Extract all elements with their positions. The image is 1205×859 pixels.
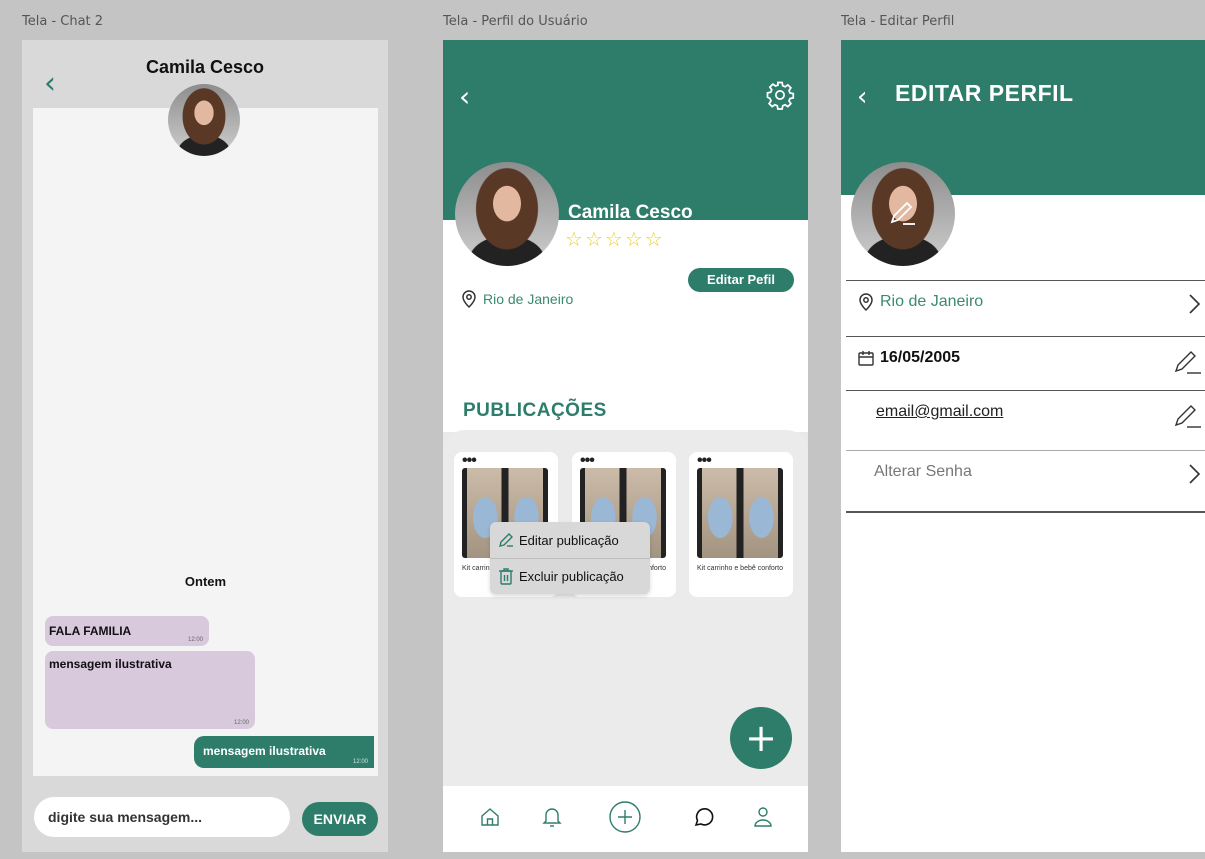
publication-title: Kit carrinho e bebê conforto — [697, 565, 783, 572]
page-title: EDITAR PERFIL — [895, 80, 1074, 106]
trash-icon — [499, 568, 513, 585]
chat-messages-area[interactable]: Ontem FALA FAMILIA 12:00 mensagem ilustr… — [33, 108, 378, 776]
message-bubble-received[interactable]: FALA FAMILIA 12:00 — [45, 616, 209, 646]
star-icon: ☆ — [565, 227, 583, 251]
star-icon: ☆ — [624, 227, 643, 251]
frame-label-profile: Tela - Perfil do Usuário — [443, 14, 588, 29]
menu-divider — [490, 558, 650, 559]
gear-icon[interactable] — [765, 80, 795, 110]
location-pin-icon — [462, 290, 476, 308]
calendar-icon — [858, 351, 874, 366]
rating-stars: ☆ ☆ ☆ ☆ ☆ — [565, 228, 663, 250]
user-icon[interactable] — [746, 800, 780, 834]
frame-label-chat: Tela - Chat 2 — [22, 14, 104, 29]
edit-profile-name: Camila Cesco — [965, 202, 1084, 222]
edit-birth-date-pencil-icon[interactable] — [1173, 349, 1201, 375]
location-pin-icon — [859, 293, 873, 311]
contact-avatar[interactable] — [168, 84, 240, 156]
edit-avatar-pencil-icon[interactable] — [889, 200, 917, 226]
message-time: 12:00 — [187, 637, 203, 643]
birth-date-row[interactable]: 16/05/2005 — [846, 336, 1205, 392]
birth-date-field: 16/05/2005 — [858, 349, 960, 367]
chat-contact-name: Camila Cesco — [145, 57, 265, 77]
location-row[interactable]: Rio de Janeiro — [846, 280, 1205, 336]
edit-profile-screen: ‹ EDITAR PERFIL Camila Cesco Rio de Jane… — [841, 40, 1205, 852]
day-separator: Ontem — [184, 574, 227, 589]
location-text: Rio de Janeiro — [483, 291, 574, 307]
change-password-row[interactable]: Alterar Senha — [846, 450, 1205, 506]
edit-name-pencil-icon[interactable] — [1121, 197, 1151, 223]
bottom-navigation — [443, 786, 808, 852]
message-bubble-sent[interactable]: mensagem ilustrativa 12:00 — [194, 736, 374, 768]
message-time: 12:00 — [352, 759, 368, 765]
frame-label-edit: Tela - Editar Perfil — [841, 14, 955, 29]
profile-location: Rio de Janeiro — [461, 290, 573, 308]
message-input[interactable] — [34, 797, 290, 837]
profile-avatar[interactable] — [455, 162, 559, 266]
edit-publication-item[interactable]: Editar publicação — [498, 532, 619, 548]
publication-card[interactable]: ••• Kit carrinho e bebê conforto — [689, 452, 793, 597]
chat-bubble-icon[interactable] — [687, 800, 721, 834]
bell-icon[interactable] — [535, 800, 569, 834]
publication-context-menu: Editar publicação Excluir publicação — [490, 522, 650, 594]
add-publication-button[interactable]: + — [730, 707, 792, 769]
star-icon: ☆ — [584, 227, 603, 251]
edit-publication-label: Editar publicação — [519, 532, 619, 548]
back-chevron-icon[interactable]: ‹ — [459, 80, 470, 113]
location-field: Rio de Janeiro — [858, 293, 983, 311]
chevron-right-icon[interactable] — [1187, 293, 1201, 315]
message-text: mensagem ilustrativa — [203, 744, 326, 758]
back-chevron-icon[interactable]: ‹ — [857, 82, 867, 112]
location-value: Rio de Janeiro — [880, 293, 984, 310]
email-value: email@gmail.com — [876, 403, 1004, 420]
star-icon: ☆ — [604, 227, 623, 251]
change-password-label: Alterar Senha — [874, 463, 972, 480]
edit-profile-button[interactable]: Editar Pefil — [688, 268, 794, 292]
send-button[interactable]: ENVIAR — [302, 802, 378, 836]
delete-publication-item[interactable]: Excluir publicação — [498, 567, 624, 585]
star-icon: ☆ — [644, 227, 663, 251]
publications-title: PUBLICAÇÕES — [463, 400, 607, 421]
message-text: mensagem ilustrativa — [49, 657, 172, 671]
profile-name: Camila Cesco — [568, 202, 693, 223]
delete-publication-label: Excluir publicação — [519, 568, 624, 584]
message-bubble-received[interactable]: mensagem ilustrativa 12:00 — [45, 651, 255, 729]
edit-email-pencil-icon[interactable] — [1173, 403, 1201, 429]
profile-screen: ‹ Camila Cesco ☆ ☆ ☆ ☆ ☆ Editar Pefil Ri… — [443, 40, 808, 852]
message-text: FALA FAMILIA — [49, 624, 132, 638]
pencil-icon — [499, 533, 513, 547]
birth-date-value: 16/05/2005 — [880, 349, 961, 366]
divider — [846, 511, 1205, 513]
email-row[interactable]: email@gmail.com — [846, 390, 1205, 446]
add-circle-icon[interactable] — [608, 800, 642, 834]
message-time: 12:00 — [233, 720, 249, 726]
home-icon[interactable] — [473, 800, 507, 834]
publication-image[interactable] — [697, 468, 783, 558]
chat-screen: ‹ Camila Cesco Ontem FALA FAMILIA 12:00 … — [22, 40, 388, 852]
chevron-right-icon[interactable] — [1187, 463, 1201, 485]
